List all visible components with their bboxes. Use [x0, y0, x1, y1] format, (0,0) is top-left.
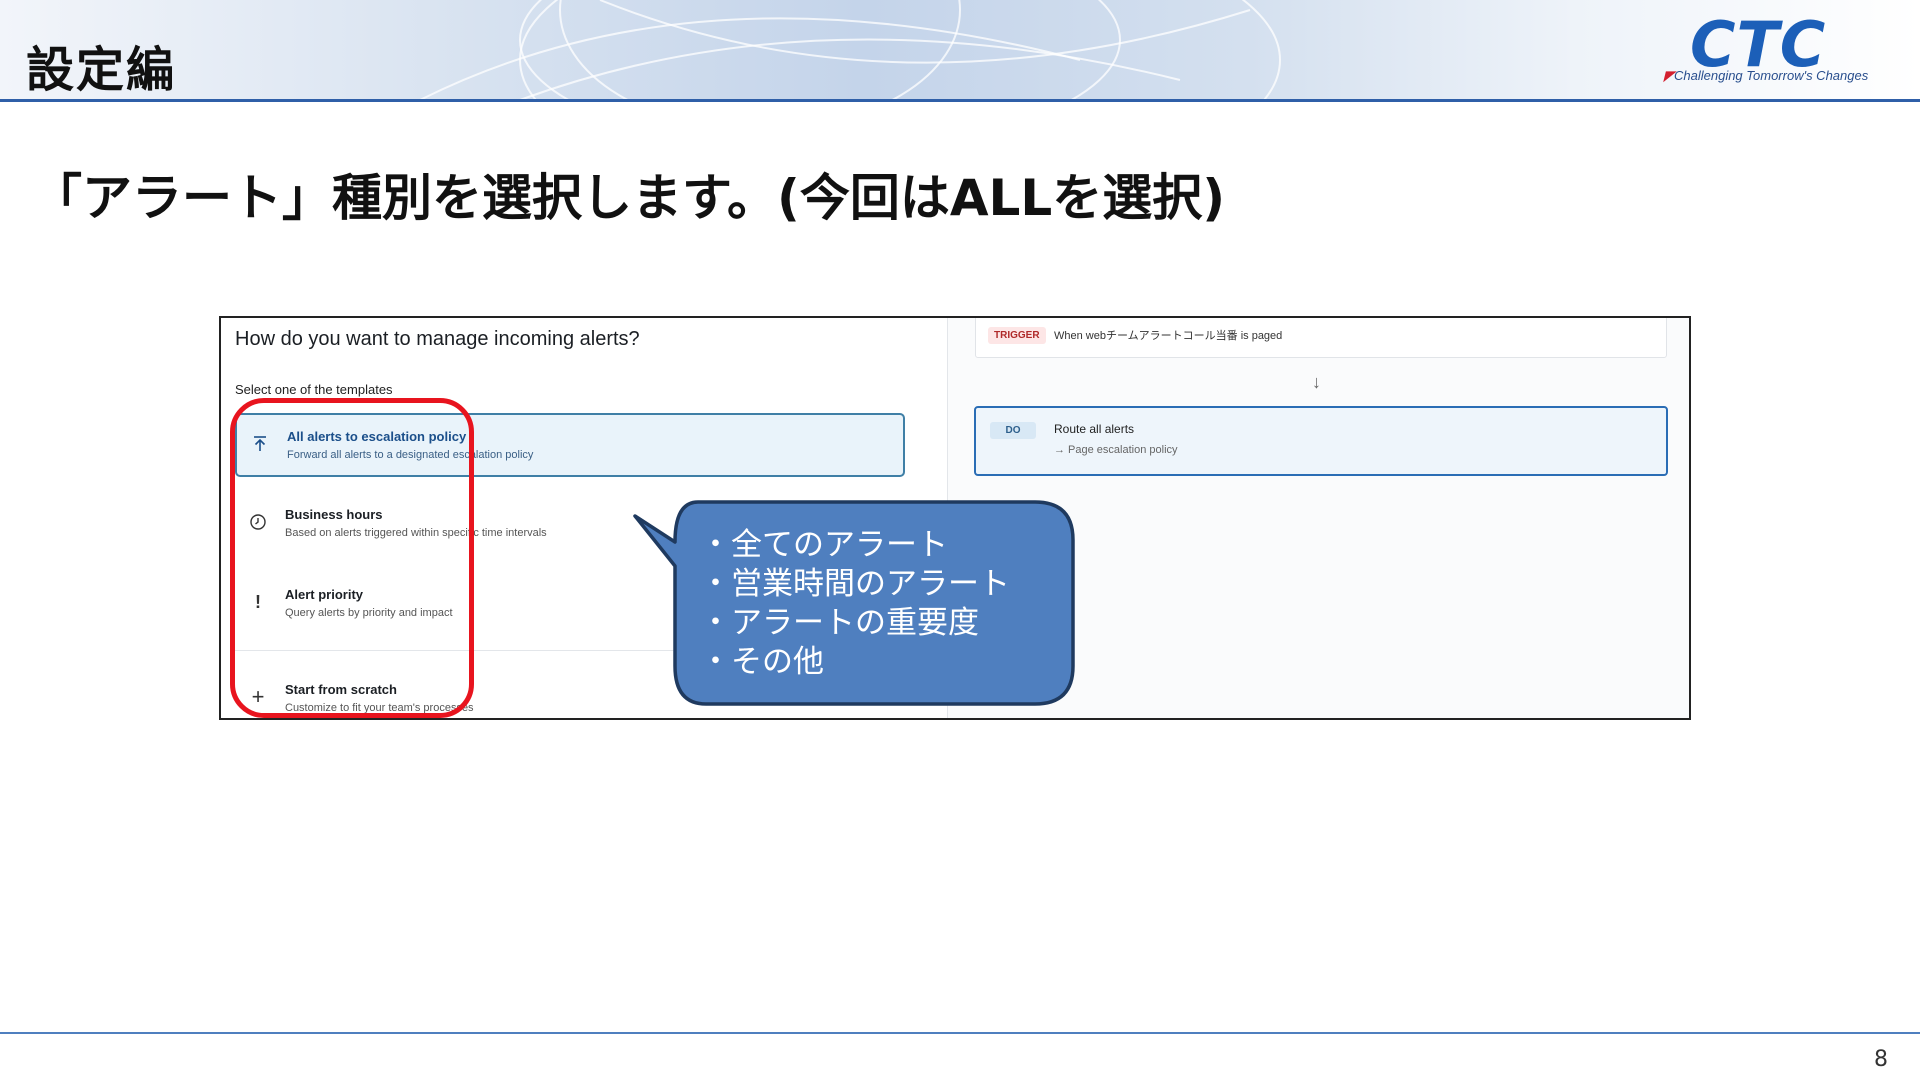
- action-title: Route all alerts: [1054, 422, 1135, 436]
- question-title: How do you want to manage incoming alert…: [235, 328, 640, 350]
- callout-bubble: ・全てのアラート ・営業時間のアラート ・アラートの重要度 ・その他: [630, 500, 1080, 710]
- logo-tagline: ◤Challenging Tomorrow's Changes: [1664, 68, 1869, 83]
- trigger-text: When webチームアラートコール当番 is paged: [1054, 330, 1283, 342]
- highlight-outline: [230, 398, 474, 718]
- callout-line: ・全てのアラート: [700, 527, 948, 563]
- header-swirl-graphic: [419, 0, 1281, 100]
- page-number: 8: [1874, 1047, 1888, 1072]
- action-subtitle: → Page escalation policy: [1054, 444, 1178, 456]
- slide-header: 設定編 CTC ◤Challenging Tomorrow's Changes: [0, 0, 1920, 100]
- trigger-tag: TRIGGER: [988, 327, 1046, 344]
- callout-line: ・営業時間のアラート: [700, 566, 1010, 602]
- footer-divider: [0, 1032, 1920, 1034]
- main-heading: 「アラート」種別を選択します。(今回はALLを選択): [32, 169, 1226, 227]
- trigger-card: TRIGGER When webチームアラートコール当番 is paged: [975, 318, 1667, 358]
- do-tag: DO: [990, 422, 1036, 439]
- ctc-logo: CTC ◤Challenging Tomorrow's Changes: [1662, 8, 1902, 88]
- callout-line: ・アラートの重要度: [700, 605, 979, 641]
- section-title: 設定編: [26, 42, 177, 98]
- callout-text: ・全てのアラート ・営業時間のアラート ・アラートの重要度 ・その他: [700, 526, 1010, 682]
- arrow-down-icon: ↓: [1312, 372, 1321, 392]
- tagline-text: Challenging Tomorrow's Changes: [1674, 68, 1869, 83]
- header-divider: [0, 99, 1920, 102]
- action-card[interactable]: DO Route all alerts → Page escalation po…: [974, 406, 1668, 476]
- callout-line: ・その他: [700, 644, 824, 680]
- template-subtitle: Select one of the templates: [235, 382, 393, 397]
